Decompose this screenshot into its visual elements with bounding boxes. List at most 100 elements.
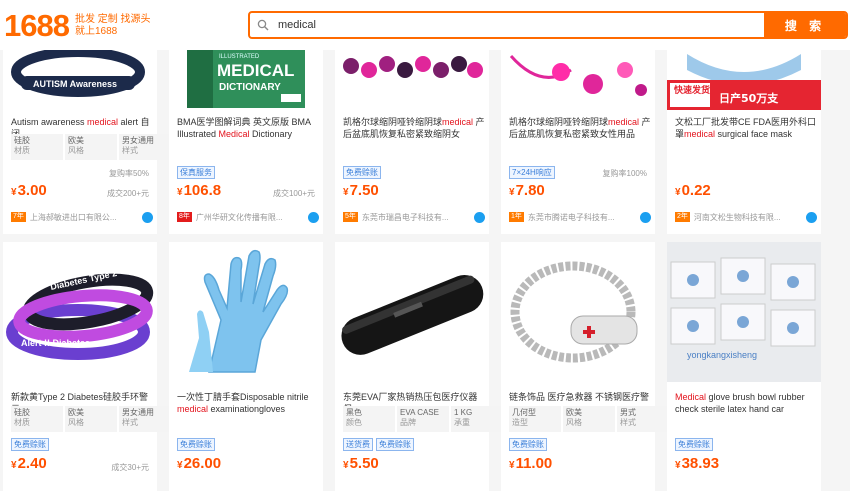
chat-icon[interactable] (640, 211, 651, 223)
search-bar: 搜 索 (248, 11, 848, 39)
chat-icon[interactable] (308, 211, 319, 223)
sales-volume: 成交30+元 (111, 463, 149, 472)
product-image[interactable] (335, 242, 489, 382)
chat-icon[interactable] (142, 211, 153, 223)
attribute: 硅胶 材质 (11, 134, 63, 160)
search-input[interactable] (276, 13, 764, 37)
product-price: ¥7.50 (343, 182, 379, 199)
attribute: 黑色 颜色 (343, 406, 395, 432)
product-price: ¥2.40 (11, 455, 47, 472)
shop-info[interactable]: 8年 广州华研文化传播有限... (177, 210, 319, 224)
product-price: ¥3.00 (11, 182, 47, 199)
shop-years-badge: 5年 (343, 212, 358, 222)
shop-years-badge: 8年 (177, 212, 192, 222)
product-card[interactable]: 东莞EVA厂家热销热压包医疗仪器保 黑色颜色 EVA CASE品牌 1 KG承重… (335, 242, 503, 491)
service-tags: 7×24H响应 (509, 166, 558, 179)
product-attributes: 黑色 颜色 EVA CASE 品牌 1 KG 承重 (343, 406, 505, 432)
product-attributes: 硅胶 材质 欧美 风格 男女通用 样式 (11, 134, 173, 160)
svg-text:yongkangxisheng: yongkangxisheng (687, 350, 757, 360)
repurchase-rate: 复购率50% (108, 169, 149, 178)
logo-slogan: 批发 定制 找源头 就上1688 (75, 14, 151, 38)
service-tag: 7×24H响应 (509, 166, 555, 179)
sales-volume: 成交200+元 (106, 189, 149, 198)
slogan-line-2: 就上1688 (74, 26, 118, 37)
product-card[interactable]: 凯格尔球缩阴哑铃缩阴球medical 产后盆底肌恢复私密紧致缩阴女 免费赊账 ¥… (335, 50, 489, 234)
product-price: ¥11.00 (509, 455, 553, 472)
attribute: 几何型 造型 (509, 406, 561, 432)
product-card[interactable]: ILLUSTRATED MEDICAL DICTIONARY BMA医学图解词典… (169, 50, 323, 234)
shop-years-badge: 1年 (509, 212, 524, 222)
product-image[interactable]: ILLUSTRATED MEDICAL DICTIONARY (169, 50, 323, 110)
attribute: 男女通用 样式 (119, 406, 171, 432)
shop-info[interactable]: 7年 上海郝敏进出口有限公... (11, 210, 153, 224)
site-logo[interactable]: 1688 批发 定制 找源头 就上1688 (4, 8, 151, 44)
service-tag: 免费赊账 (11, 438, 49, 451)
shop-info[interactable]: 1年 东莞市腾诺电子科技有... (509, 210, 651, 224)
product-image[interactable]: AUTISM Awareness (3, 50, 157, 110)
shop-years-badge: 7年 (11, 212, 26, 222)
product-row-1: AUTISM Awareness Autism awareness medica… (0, 50, 850, 234)
product-image[interactable] (335, 50, 489, 110)
attribute: EVA CASE 品牌 (397, 406, 449, 432)
service-tag: 免费赊账 (343, 166, 381, 179)
attribute: 欧美 风格 (65, 406, 117, 432)
product-price: ¥5.50 (343, 455, 379, 472)
shop-info[interactable]: 5年 东莞市瑞昌电子科技有... (343, 210, 485, 224)
product-card[interactable]: yongkangxisheng Medical glove brush bowl… (667, 242, 821, 491)
service-tags: 免费赊账 (509, 438, 550, 451)
product-image[interactable]: Diabetes Type 2 Alert !! Diabetes (3, 242, 157, 382)
shop-name[interactable]: 东莞市腾诺电子科技有... (528, 212, 638, 223)
product-image[interactable] (169, 242, 323, 382)
service-tag: 免费赊账 (675, 438, 713, 451)
chat-icon[interactable] (474, 211, 485, 223)
service-tag: 免费赊账 (177, 438, 215, 451)
shop-name[interactable]: 上海郝敏进出口有限公... (30, 212, 140, 223)
product-image[interactable]: 快速发货 日产50万支 (667, 50, 821, 110)
search-button[interactable]: 搜 索 (764, 13, 846, 37)
product-title[interactable]: 凯格尔球缩阴哑铃缩阴球medical 产后盆底肌恢复私密紧致女性用品 (509, 116, 651, 142)
attribute: 男女通用 样式 (119, 134, 171, 160)
product-image[interactable] (501, 50, 655, 110)
shop-info[interactable]: 2年 河南文松生物科技有限... (675, 210, 817, 224)
service-tag: 免费赊账 (509, 438, 547, 451)
svg-text:ILLUSTRATED: ILLUSTRATED (219, 54, 260, 60)
shop-name[interactable]: 东莞市瑞昌电子科技有... (362, 212, 472, 223)
product-title[interactable]: Medical glove brush bowl rubber check st… (675, 391, 817, 417)
attribute: 欧美 风格 (563, 406, 615, 432)
product-title[interactable]: BMA医学图解词典 英文原版 BMA Illustrated Medical D… (177, 116, 319, 142)
product-card[interactable]: Diabetes Type 2 Alert !! Diabetes 新款黄Typ… (3, 242, 171, 491)
service-tags: 免费赊账 (675, 438, 716, 451)
product-card[interactable]: 一次性丁腈手套Disposable nitrile medical examin… (169, 242, 323, 491)
attribute: 硅胶 材质 (11, 406, 63, 432)
product-card[interactable]: 快速发货 日产50万支 文松工厂批发带CE FDA医用外科口罩medical s… (667, 50, 821, 234)
product-image[interactable] (501, 242, 655, 382)
product-price: ¥7.80 (509, 182, 545, 199)
product-title[interactable]: 凯格尔球缩阴哑铃缩阴球medical 产后盆底肌恢复私密紧致缩阴女 (343, 116, 485, 142)
product-card[interactable]: 凯格尔球缩阴哑铃缩阴球medical 产后盆底肌恢复私密紧致女性用品 7×24H… (501, 50, 655, 234)
logo-text[interactable]: 1688 (4, 8, 70, 44)
search-icon (250, 13, 276, 37)
shop-name[interactable]: 河南文松生物科技有限... (694, 212, 804, 223)
shop-years-badge: 2年 (675, 212, 690, 222)
product-attributes: 硅胶 材质 欧美 风格 男女通用 样式 (11, 406, 173, 432)
attribute: 男式 样式 (617, 406, 669, 432)
shop-name[interactable]: 广州华研文化传播有限... (196, 212, 306, 223)
product-price: ¥0.22 (675, 182, 711, 199)
svg-text:DICTIONARY: DICTIONARY (219, 82, 281, 93)
product-attributes: 几何型 造型 欧美 风格 男式 样式 (509, 406, 671, 432)
product-title[interactable]: 文松工厂批发带CE FDA医用外科口罩medical surgical face… (675, 116, 817, 142)
product-card[interactable]: AUTISM Awareness Autism awareness medica… (3, 50, 171, 234)
chat-icon[interactable] (806, 211, 817, 223)
service-tags: 免费赊账 (11, 438, 52, 451)
attribute: 1 KG 承重 (451, 406, 503, 432)
product-title[interactable]: 一次性丁腈手套Disposable nitrile medical examin… (177, 391, 319, 417)
product-price: ¥38.93 (675, 455, 720, 472)
product-price: ¥26.00 (177, 455, 222, 472)
service-tag: 保真服务 (177, 166, 215, 179)
service-tags: 免费赊账 (343, 166, 384, 179)
svg-text:MEDICAL: MEDICAL (217, 61, 294, 80)
product-card[interactable]: 链条饰品 医疗急救器 不锈钢医疗警 几何型 造型 欧美 风格 男式 样式 免费赊账 ¥… (501, 242, 669, 491)
product-image[interactable]: yongkangxisheng (667, 242, 821, 382)
product-row-2: Diabetes Type 2 Alert !! Diabetes 新款黄Typ… (0, 242, 850, 491)
sales-volume: 成交100+元 (272, 189, 315, 198)
